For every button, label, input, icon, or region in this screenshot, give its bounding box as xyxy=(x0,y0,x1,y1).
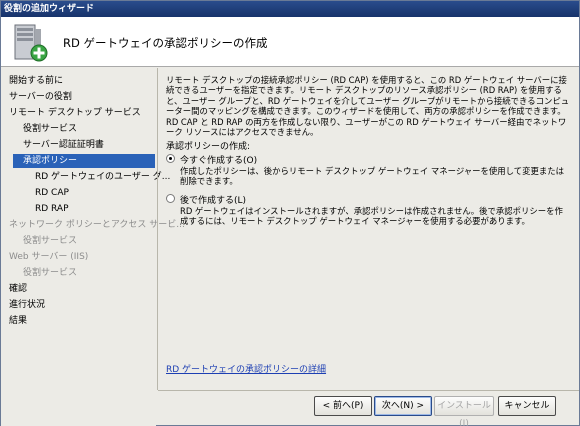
sidebar-item-npas-role-services: 役割サービス xyxy=(23,236,78,246)
create-now-label[interactable]: 今すぐ作成する(O) xyxy=(180,153,257,166)
policy-description: リモート デスクトップの接続承認ポリシー (RD CAP) を使用すると、この … xyxy=(166,75,570,138)
create-now-description: 作成したポリシーは、後からリモート デスクトップ ゲートウェイ マネージャーを使… xyxy=(180,166,565,187)
wizard-window: 役割の追加ウィザード RD ゲートウェイの承認ポリシーの作成 開始する前に サー… xyxy=(0,0,580,426)
sidebar-item-server-roles[interactable]: サーバーの役割 xyxy=(9,90,72,104)
server-add-icon xyxy=(14,24,48,62)
create-now-radio[interactable] xyxy=(166,154,175,163)
button-bar-separator xyxy=(158,390,579,391)
sidebar-item-role-services[interactable]: 役割サービス xyxy=(23,122,77,136)
next-button[interactable]: 次へ(N) > xyxy=(374,396,432,416)
title-bar: 役割の追加ウィザード xyxy=(1,1,579,17)
sidebar-item-progress[interactable]: 進行状況 xyxy=(9,298,45,312)
sidebar-item-remote-desktop-services[interactable]: リモート デスクトップ サービス xyxy=(9,106,141,120)
sidebar-item-rd-gateway-user-groups[interactable]: RD ゲートウェイのユーザー グ... xyxy=(35,170,170,184)
sidebar-item-confirmation[interactable]: 確認 xyxy=(9,282,27,296)
main-content: リモート デスクトップの接続承認ポリシー (RD CAP) を使用すると、この … xyxy=(158,68,579,390)
install-button[interactable]: インストール(I) xyxy=(434,396,494,426)
back-button[interactable]: < 前へ(P) xyxy=(314,396,372,416)
sidebar-item-results[interactable]: 結果 xyxy=(9,314,27,328)
wizard-header: RD ゲートウェイの承認ポリシーの作成 xyxy=(1,17,579,67)
sidebar-item-iis-role-services: 役割サービス xyxy=(23,268,78,278)
wizard-steps-sidebar: 開始する前に サーバーの役割 リモート デスクトップ サービス 役割サービス サ… xyxy=(1,68,185,426)
create-later-radio[interactable] xyxy=(166,194,175,203)
sidebar-item-web-server-iis: Web サーバー (IIS) xyxy=(9,252,89,262)
cancel-button[interactable]: キャンセル xyxy=(498,396,556,416)
sidebar-item-before-you-begin[interactable]: 開始する前に xyxy=(9,74,63,88)
create-later-description: RD ゲートウェイはインストールされますが、承認ポリシーは作成されません。後で承… xyxy=(180,206,563,227)
sidebar-item-authorization-policies[interactable]: 承認ポリシー xyxy=(13,154,155,168)
create-later-label[interactable]: 後で作成する(L) xyxy=(180,193,246,206)
sidebar-item-rd-rap[interactable]: RD RAP xyxy=(35,202,69,216)
policy-details-link[interactable]: RD ゲートウェイの承認ポリシーの詳細 xyxy=(166,362,326,375)
sidebar-item-server-auth-cert[interactable]: サーバー認証証明書 xyxy=(23,138,104,152)
sidebar-item-rd-cap[interactable]: RD CAP xyxy=(35,186,69,200)
choice-label: 承認ポリシーの作成: xyxy=(166,142,251,152)
page-title: RD ゲートウェイの承認ポリシーの作成 xyxy=(63,36,268,50)
